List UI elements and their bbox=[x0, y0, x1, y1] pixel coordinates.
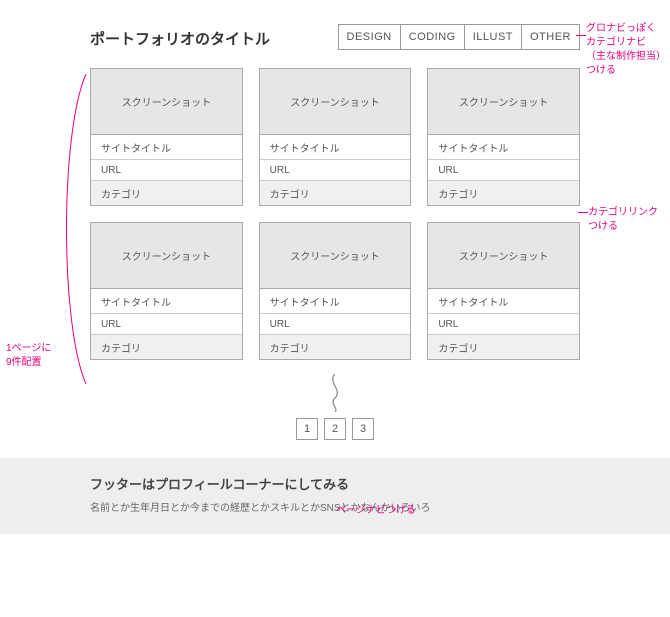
screenshot-area: スクリーンショット bbox=[428, 223, 579, 289]
site-category[interactable]: カテゴリ bbox=[91, 335, 242, 359]
screenshot-area: スクリーンショット bbox=[91, 223, 242, 289]
portfolio-card[interactable]: スクリーンショット サイトタイトル URL カテゴリ bbox=[90, 68, 243, 206]
annotation-leader bbox=[578, 212, 588, 213]
site-url: URL bbox=[91, 160, 242, 181]
site-title: サイトタイトル bbox=[260, 289, 411, 314]
footer-subtitle: 名前とか生年月日とか今までの経歴とかスキルとかSNSとかなんかいろいろ bbox=[90, 499, 580, 514]
annotation-category: カテゴリリンクつける bbox=[588, 206, 668, 234]
site-category[interactable]: カテゴリ bbox=[428, 181, 579, 205]
site-title: サイトタイトル bbox=[91, 289, 242, 314]
site-title: サイトタイトル bbox=[260, 135, 411, 160]
site-url: URL bbox=[428, 160, 579, 181]
site-title: サイトタイトル bbox=[428, 289, 579, 314]
page-2[interactable]: 2 bbox=[324, 418, 346, 440]
annotation-nav: グロナビっぽくカテゴリナビ（主な制作担当）つける bbox=[586, 22, 666, 78]
portfolio-card[interactable]: スクリーンショット サイトタイトル URL カテゴリ bbox=[427, 68, 580, 206]
annotation-leader bbox=[576, 35, 586, 36]
site-url: URL bbox=[260, 314, 411, 335]
site-url: URL bbox=[91, 314, 242, 335]
screenshot-area: スクリーンショット bbox=[91, 69, 242, 135]
page-1[interactable]: 1 bbox=[296, 418, 318, 440]
nav-coding[interactable]: CODING bbox=[400, 24, 465, 50]
nav-illust[interactable]: ILLUST bbox=[464, 24, 522, 50]
site-category[interactable]: カテゴリ bbox=[91, 181, 242, 205]
site-title: サイトタイトル bbox=[91, 135, 242, 160]
portfolio-card[interactable]: スクリーンショット サイトタイトル URL カテゴリ bbox=[259, 222, 412, 360]
nav-other[interactable]: OTHER bbox=[521, 24, 580, 50]
page-title: ポートフォリオのタイトル bbox=[90, 24, 270, 49]
screenshot-area: スクリーンショット bbox=[260, 223, 411, 289]
footer: フッターはプロフィールコーナーにしてみる 名前とか生年月日とか今までの経歴とかス… bbox=[0, 458, 670, 534]
footer-title: フッターはプロフィールコーナーにしてみる bbox=[90, 474, 580, 493]
pagination: 1 2 3 bbox=[90, 418, 580, 440]
site-category[interactable]: カテゴリ bbox=[260, 181, 411, 205]
continuation-mark bbox=[90, 372, 580, 412]
portfolio-card[interactable]: スクリーンショット サイトタイトル URL カテゴリ bbox=[90, 222, 243, 360]
site-url: URL bbox=[428, 314, 579, 335]
annotation-grid: 1ページに9件配置 bbox=[6, 342, 76, 370]
screenshot-area: スクリーンショット bbox=[428, 69, 579, 135]
annotation-pager: ページナビつける bbox=[336, 504, 416, 518]
site-category[interactable]: カテゴリ bbox=[260, 335, 411, 359]
portfolio-card[interactable]: スクリーンショット サイトタイトル URL カテゴリ bbox=[259, 68, 412, 206]
nav-design[interactable]: DESIGN bbox=[338, 24, 401, 50]
portfolio-grid: スクリーンショット サイトタイトル URL カテゴリ スクリーンショット サイト… bbox=[90, 68, 580, 360]
category-nav: DESIGN CODING ILLUST OTHER bbox=[338, 24, 580, 50]
screenshot-area: スクリーンショット bbox=[260, 69, 411, 135]
page-3[interactable]: 3 bbox=[352, 418, 374, 440]
portfolio-card[interactable]: スクリーンショット サイトタイトル URL カテゴリ bbox=[427, 222, 580, 360]
site-url: URL bbox=[260, 160, 411, 181]
site-title: サイトタイトル bbox=[428, 135, 579, 160]
site-category[interactable]: カテゴリ bbox=[428, 335, 579, 359]
